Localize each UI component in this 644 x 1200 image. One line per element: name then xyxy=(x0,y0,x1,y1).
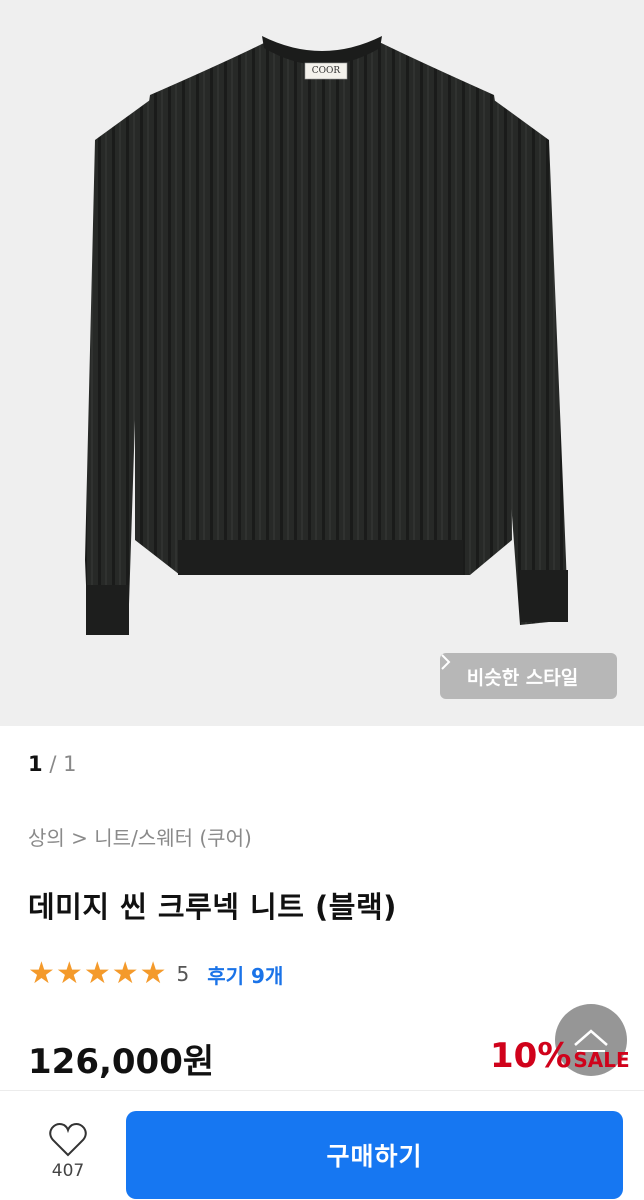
product-title: 데미지 씬 크루넥 니트 (블랙) xyxy=(28,890,397,924)
wishlist-button[interactable]: 407 xyxy=(28,1121,108,1191)
buy-button[interactable]: 구매하기 xyxy=(126,1111,623,1199)
pager-current: 1 xyxy=(28,752,43,776)
heart-icon xyxy=(49,1123,87,1157)
brand-label-tag: COOR xyxy=(311,66,341,76)
bottom-action-bar: 407 구매하기 xyxy=(0,1090,644,1200)
similar-style-button[interactable]: 비슷한 스타일 xyxy=(440,653,617,699)
star-icon: ★ xyxy=(28,956,55,991)
sale-label: SALE xyxy=(573,1048,630,1072)
product-price: 126,000원 xyxy=(28,1042,215,1082)
discount-percent: 10% xyxy=(490,1036,572,1076)
rating-stars: ★ ★ ★ ★ ★ xyxy=(28,959,167,989)
sweater-product-image xyxy=(85,36,568,635)
rating-row: ★ ★ ★ ★ ★ 5 후기 9개 xyxy=(28,958,283,990)
star-icon: ★ xyxy=(83,956,111,991)
category-breadcrumb[interactable]: 상의 > 니트/스웨터 (쿠어) xyxy=(28,822,252,851)
discount-badge: 10% SALE xyxy=(490,1036,630,1076)
pager-separator: / xyxy=(49,752,57,776)
image-pager: 1 / 1 xyxy=(28,752,76,776)
star-icon: ★ xyxy=(139,956,167,991)
wishlist-count: 407 xyxy=(51,1161,85,1181)
review-count-link[interactable]: 후기 9개 xyxy=(207,960,283,989)
product-image-area[interactable]: COOR 비슷한 스타일 xyxy=(0,0,644,726)
star-icon: ★ xyxy=(55,956,83,991)
pager-total: 1 xyxy=(63,752,77,776)
rating-value: 5 xyxy=(176,962,190,986)
similar-style-label: 비슷한 스타일 xyxy=(466,666,579,689)
star-icon: ★ xyxy=(111,956,139,991)
